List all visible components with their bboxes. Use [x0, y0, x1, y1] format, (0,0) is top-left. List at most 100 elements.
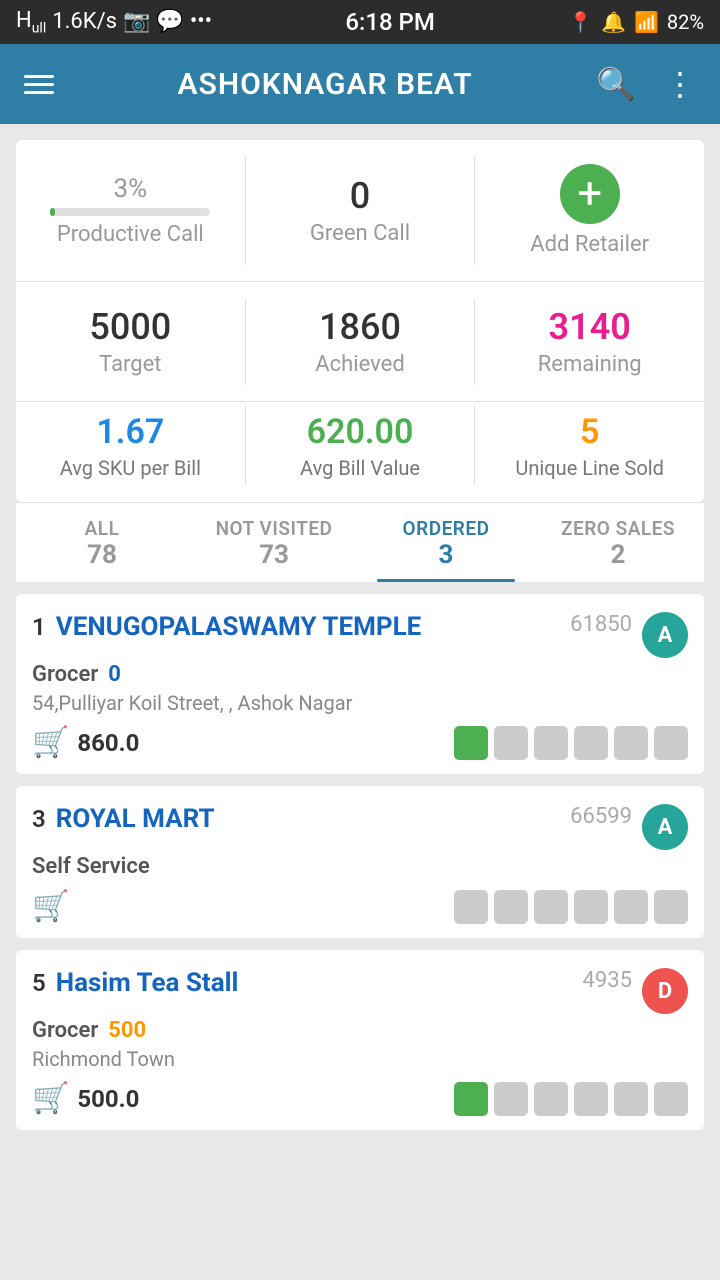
avg-sku-value: 1.67 — [96, 412, 164, 452]
retailer-name-row: 1 VENUGOPALASWAMY TEMPLE — [32, 612, 570, 642]
more-dots: ••• — [190, 9, 212, 34]
status-dot — [494, 890, 528, 924]
tab-zero-sales-count: 2 — [611, 540, 626, 570]
status-dot — [534, 890, 568, 924]
status-dot — [654, 890, 688, 924]
cart-icon: 🛒 — [32, 1081, 69, 1116]
tab-not-visited-label: NOT VISITED — [216, 517, 333, 540]
tab-zero-sales-label: ZERO SALES — [561, 517, 675, 540]
cart-amount: 🛒 860.0 — [32, 725, 139, 760]
target-stat: 5000 Target — [16, 298, 245, 385]
retailer-card[interactable]: 5 Hasim Tea Stall 4935 D Grocer 500 Rich… — [16, 950, 704, 1130]
tab-all-label: ALL — [85, 517, 120, 540]
retailer-name-row: 5 Hasim Tea Stall — [32, 968, 583, 998]
status-dot — [614, 726, 648, 760]
retailer-type: Grocer — [32, 662, 98, 687]
camera-icon: 📷 — [123, 9, 150, 34]
status-dots — [454, 1082, 688, 1116]
add-icon: + — [577, 171, 602, 215]
add-retailer-col: + Add Retailer — [474, 156, 704, 265]
retailer-address: Richmond Town — [32, 1047, 688, 1071]
status-dot — [574, 726, 608, 760]
retailer-name: ROYAL MART — [56, 804, 215, 834]
retailer-address: 54,Pulliyar Koil Street, , Ashok Nagar — [32, 691, 688, 715]
avg-sku-stat: 1.67 Avg SKU per Bill — [16, 406, 245, 486]
status-dot — [454, 890, 488, 924]
tab-ordered[interactable]: ORDERED 3 — [360, 503, 532, 582]
status-right: 📍 🔔 📶 82% — [568, 10, 704, 34]
cart-amount: 🛒 — [32, 889, 77, 924]
avg-bill-label: Avg Bill Value — [300, 456, 420, 480]
retailer-type: Self Service — [32, 854, 150, 879]
retailer-footer: 🛒 — [32, 889, 688, 924]
retailer-footer: 🛒 860.0 — [32, 725, 688, 760]
tab-active-underline — [377, 579, 515, 582]
status-dot — [534, 726, 568, 760]
retailer-card[interactable]: 1 VENUGOPALASWAMY TEMPLE 61850 A Grocer … — [16, 594, 704, 774]
stats-middle-row: 5000 Target 1860 Achieved 3140 Remaining — [16, 298, 704, 402]
retailer-list: 1 VENUGOPALASWAMY TEMPLE 61850 A Grocer … — [16, 594, 704, 1130]
page-title: ASHOKNAGAR BEAT — [178, 67, 473, 102]
status-dot — [574, 890, 608, 924]
status-dots — [454, 890, 688, 924]
battery-indicator: 82% — [667, 10, 704, 34]
productive-call-stat: 3% Productive Call — [16, 156, 245, 265]
add-retailer-label: Add Retailer — [530, 232, 649, 257]
productive-call-label: Productive Call — [57, 222, 204, 247]
avg-sku-label: Avg SKU per Bill — [60, 456, 201, 480]
tab-all[interactable]: ALL 78 — [16, 503, 188, 582]
status-dot — [654, 1082, 688, 1116]
app-header: ASHOKNAGAR BEAT 🔍 ⋮ — [0, 44, 720, 124]
avg-bill-stat: 620.00 Avg Bill Value — [245, 406, 475, 486]
retailer-type: Grocer — [32, 1018, 98, 1043]
tab-ordered-label: ORDERED — [403, 517, 490, 540]
message-icon: 💬 — [156, 9, 183, 34]
filter-tabs: ALL 78 NOT VISITED 73 ORDERED 3 ZERO SAL… — [16, 502, 704, 582]
status-dots — [454, 726, 688, 760]
remaining-value: 3140 — [549, 306, 631, 348]
retailer-type-row: Self Service — [32, 854, 688, 879]
green-call-value: 0 — [350, 175, 370, 217]
bottom-spacer — [0, 1130, 720, 1170]
tab-not-visited-count: 73 — [259, 540, 289, 570]
more-options-icon[interactable]: ⋮ — [664, 65, 696, 103]
retailer-badge: A — [642, 804, 688, 850]
achieved-value: 1860 — [319, 306, 401, 348]
tab-ordered-count: 3 — [439, 540, 454, 570]
search-icon[interactable]: 🔍 — [596, 65, 636, 103]
target-value: 5000 — [89, 306, 171, 348]
location-icon: 📍 — [568, 10, 593, 34]
retailer-visit-count: 500 — [108, 1018, 146, 1043]
tab-zero-sales[interactable]: ZERO SALES 2 — [532, 503, 704, 582]
add-retailer-button[interactable]: + — [560, 164, 620, 224]
retailer-name: VENUGOPALASWAMY TEMPLE — [56, 612, 422, 642]
tab-all-count: 78 — [87, 540, 117, 570]
retailer-header: 1 VENUGOPALASWAMY TEMPLE 61850 A — [32, 612, 688, 658]
status-dot — [494, 1082, 528, 1116]
retailer-index: 1 — [32, 613, 46, 641]
achieved-label: Achieved — [315, 352, 404, 377]
status-dot — [454, 726, 488, 760]
status-dot — [454, 1082, 488, 1116]
unique-line-stat: 5 Unique Line Sold — [474, 406, 704, 486]
retailer-index: 3 — [32, 805, 46, 833]
retailer-index: 5 — [32, 969, 46, 997]
status-bar: Hull 1.6K/s 📷 💬 ••• 6:18 PM 📍 🔔 📶 82% — [0, 0, 720, 44]
cart-amount: 🛒 500.0 — [32, 1081, 139, 1116]
status-time: 6:18 PM — [345, 8, 435, 36]
retailer-card[interactable]: 3 ROYAL MART 66599 A Self Service 🛒 — [16, 786, 704, 938]
stats-top-row: 3% Productive Call 0 Green Call + Add Re… — [16, 156, 704, 282]
cart-value: 860.0 — [77, 729, 139, 757]
retailer-name-row: 3 ROYAL MART — [32, 804, 570, 834]
cart-icon: 🛒 — [32, 725, 69, 760]
retailer-badge: A — [642, 612, 688, 658]
progress-bar-fill — [50, 208, 55, 216]
hamburger-menu[interactable] — [24, 75, 54, 94]
retailer-code: 61850 — [570, 612, 632, 637]
wifi-icon: 📶 — [634, 10, 659, 34]
retailer-type-row: Grocer 500 — [32, 1018, 688, 1043]
tab-not-visited[interactable]: NOT VISITED 73 — [188, 503, 360, 582]
retailer-code: 66599 — [570, 804, 632, 829]
stats-card: 3% Productive Call 0 Green Call + Add Re… — [16, 140, 704, 502]
status-dot — [614, 1082, 648, 1116]
